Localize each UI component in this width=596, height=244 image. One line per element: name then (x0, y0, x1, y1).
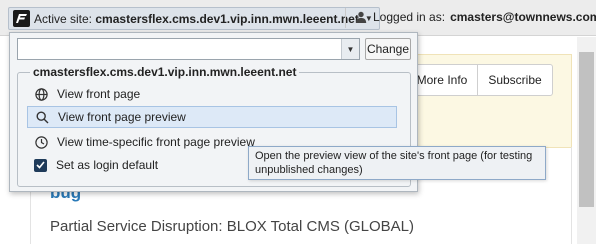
scrollbar-thumb[interactable] (579, 52, 594, 207)
option-label: View front page preview (58, 110, 186, 124)
globe-icon (34, 87, 48, 101)
toolbar-divider (345, 8, 346, 28)
blox-logo-icon (13, 10, 30, 27)
user-icon (354, 10, 368, 24)
site-toolbar: Active site: cmastersflex.cms.dev1.vip.i… (0, 0, 596, 36)
chevron-down-icon[interactable]: ▼ (341, 39, 359, 59)
change-site-button[interactable]: Change (365, 38, 411, 60)
logged-in-user: cmasters@townnews.com (450, 10, 596, 24)
logged-in-label: Logged in as: (373, 10, 446, 24)
active-site-button[interactable]: Active site: cmastersflex.cms.dev1.vip.i… (8, 7, 380, 30)
clock-icon (34, 135, 48, 149)
checkbox-checked-icon[interactable] (34, 158, 47, 172)
site-actions-legend: cmastersflex.cms.dev1.vip.inn.mwn.leeent… (30, 65, 300, 79)
option-label: View front page (57, 87, 141, 101)
subscribe-button[interactable]: Subscribe (477, 64, 553, 96)
user-menu[interactable]: Logged in as: cmasters@townnews.com ▼ (354, 10, 596, 24)
site-select[interactable]: ▼ (17, 38, 360, 60)
option-label: View time-specific front page preview (57, 135, 255, 149)
active-site-value: cmastersflex.cms.dev1.vip.inn.mwn.leeent… (95, 11, 359, 26)
search-preview-icon (35, 110, 49, 124)
option-tooltip: Open the preview view of the site's fron… (248, 146, 546, 180)
view-front-page-preview-option[interactable]: View front page preview (27, 106, 397, 128)
login-default-label: Set as login default (56, 158, 159, 172)
view-front-page-option[interactable]: View front page (27, 83, 397, 105)
active-site-label: Active site: (34, 11, 93, 26)
incident-description: Partial Service Disruption: BLOX Total C… (50, 218, 415, 235)
